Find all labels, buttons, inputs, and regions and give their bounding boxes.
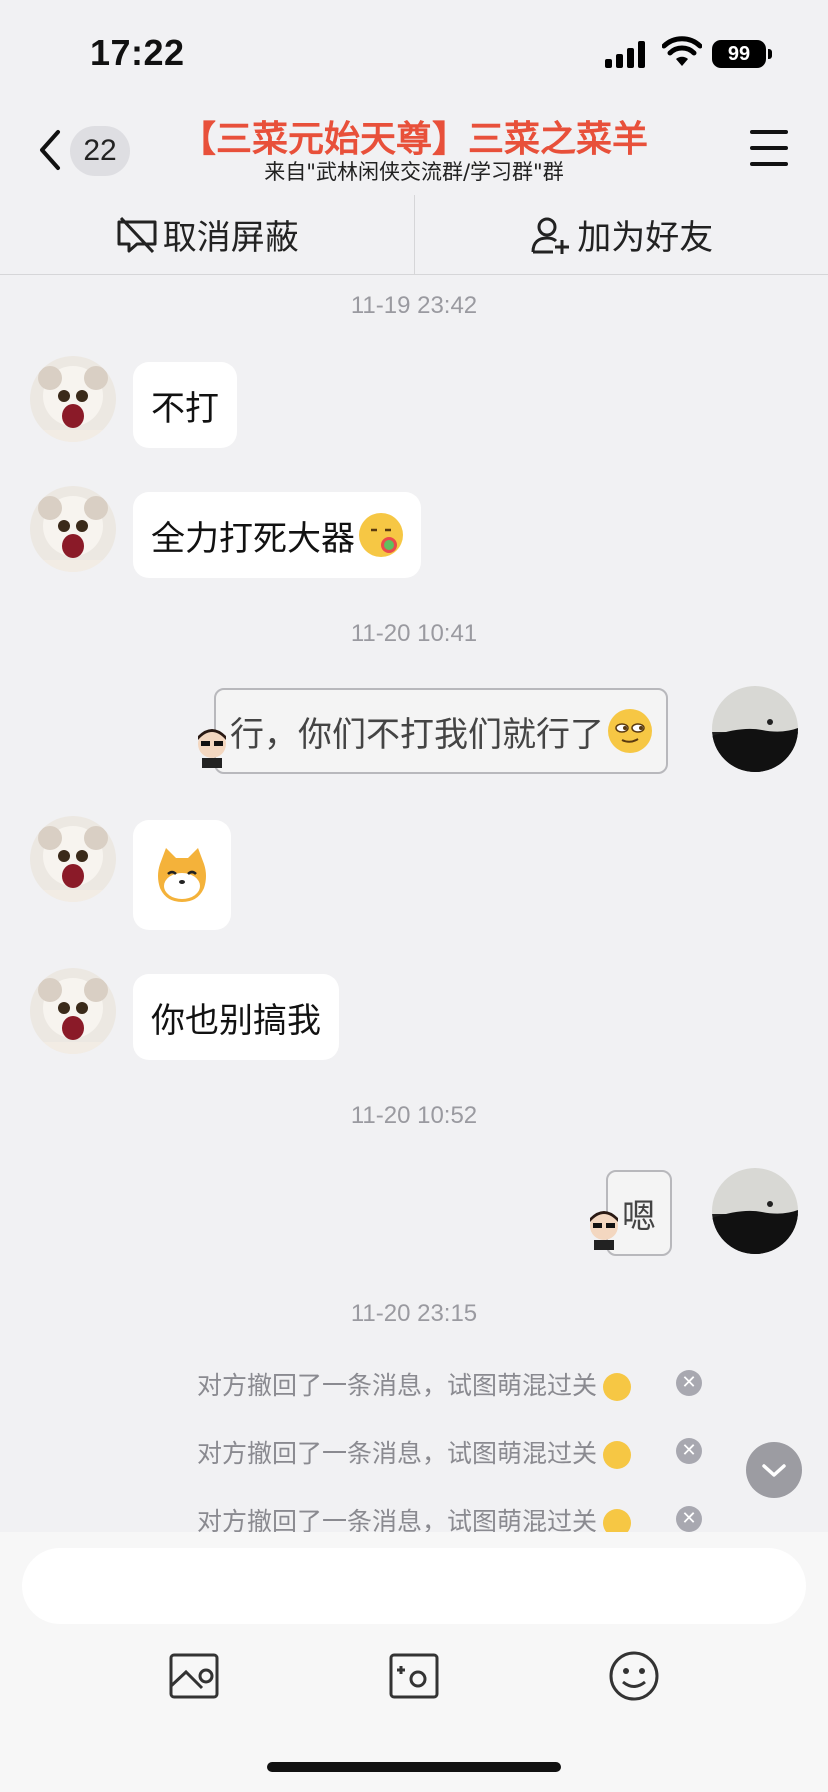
emoji-icon[interactable] — [606, 1648, 662, 1704]
chat-title: 【三菜元始天尊】三菜之菜羊 — [179, 119, 648, 160]
eating-emoji-icon — [359, 513, 403, 557]
status-time: 17:22 — [90, 32, 185, 73]
scroll-down-button[interactable] — [746, 1442, 802, 1498]
message-bubble[interactable]: 你也别搞我 — [133, 974, 339, 1060]
bubble-decoration-icon — [584, 1206, 624, 1250]
add-friend-icon — [531, 217, 570, 254]
action-bar: 取消屏蔽 加为好友 — [0, 195, 828, 275]
recall-notice: 对方撤回了一条消息，试图萌混过关 — [0, 1434, 828, 1470]
smirk-emoji-icon — [608, 709, 652, 753]
signal-icon — [605, 40, 649, 68]
avatar[interactable] — [30, 968, 116, 1054]
wifi-icon — [662, 36, 702, 66]
my-message-bubble[interactable]: 行，你们不打我们就行了 — [214, 688, 668, 774]
wink-emoji-icon — [603, 1441, 631, 1469]
sheep-avatar-icon — [30, 968, 116, 1054]
back-button[interactable]: 22 — [36, 126, 130, 176]
unblock-button[interactable]: 取消屏蔽 — [0, 195, 414, 274]
message-text: 嗯 — [622, 1196, 656, 1237]
back-chevron-icon — [40, 130, 60, 170]
unread-count-badge: 22 — [70, 126, 130, 176]
my-avatar[interactable] — [712, 686, 798, 772]
sheep-avatar-icon — [30, 816, 116, 902]
timestamp: 11-20 23:15 — [350, 1300, 478, 1327]
unblock-label: 取消屏蔽 — [162, 218, 299, 258]
unblock-icon — [117, 216, 157, 253]
my-avatar[interactable] — [712, 1168, 798, 1254]
battery-level: 99 — [712, 40, 766, 68]
recall-notice: 对方撤回了一条消息，试图萌混过关 — [0, 1366, 828, 1402]
sheep-avatar-icon — [30, 356, 116, 442]
input-panel — [0, 1532, 828, 1792]
message-text: 行，你们不打我们就行了 — [230, 714, 604, 755]
chevron-down-icon — [762, 1464, 786, 1477]
avatar[interactable] — [30, 816, 116, 902]
dismiss-recall-button[interactable]: ✕ — [676, 1370, 702, 1396]
nav-bar: 22 【三菜元始天尊】三菜之菜羊 来自"武林闲侠交流群/学习群"群 — [0, 100, 828, 195]
status-bar: 17:22 99 — [0, 0, 828, 100]
message-text: 不打 — [151, 388, 219, 429]
wink-emoji-icon — [603, 1373, 631, 1401]
cat-sticker-icon — [158, 848, 206, 902]
bubble-decoration-icon — [192, 724, 232, 768]
message-bubble[interactable]: 全力打死大器 — [133, 492, 421, 578]
dismiss-recall-button[interactable]: ✕ — [676, 1438, 702, 1464]
chat-subtitle: 来自"武林闲侠交流群/学习群"群 — [264, 160, 564, 184]
landscape-avatar-icon — [712, 1168, 798, 1254]
add-friend-button[interactable]: 加为好友 — [413, 195, 828, 274]
message-input[interactable] — [22, 1548, 806, 1624]
timestamp: 11-19 23:42 — [350, 292, 478, 319]
menu-button[interactable] — [748, 128, 790, 168]
avatar[interactable] — [30, 356, 116, 442]
sticker-bubble[interactable] — [133, 820, 231, 930]
dismiss-recall-button[interactable]: ✕ — [676, 1506, 702, 1532]
home-indicator — [267, 1762, 561, 1772]
image-icon[interactable] — [166, 1648, 222, 1704]
sheep-avatar-icon — [30, 486, 116, 572]
landscape-avatar-icon — [712, 686, 798, 772]
message-text: 你也别搞我 — [151, 1000, 321, 1041]
message-bubble[interactable]: 不打 — [133, 362, 237, 448]
timestamp: 11-20 10:52 — [350, 1102, 478, 1129]
battery-icon: 99 — [712, 40, 772, 68]
add-friend-label: 加为好友 — [577, 218, 714, 258]
message-text: 全力打死大器 — [151, 518, 355, 559]
timestamp: 11-20 10:41 — [350, 620, 478, 647]
avatar[interactable] — [30, 486, 116, 572]
photo-icon[interactable] — [386, 1648, 442, 1704]
